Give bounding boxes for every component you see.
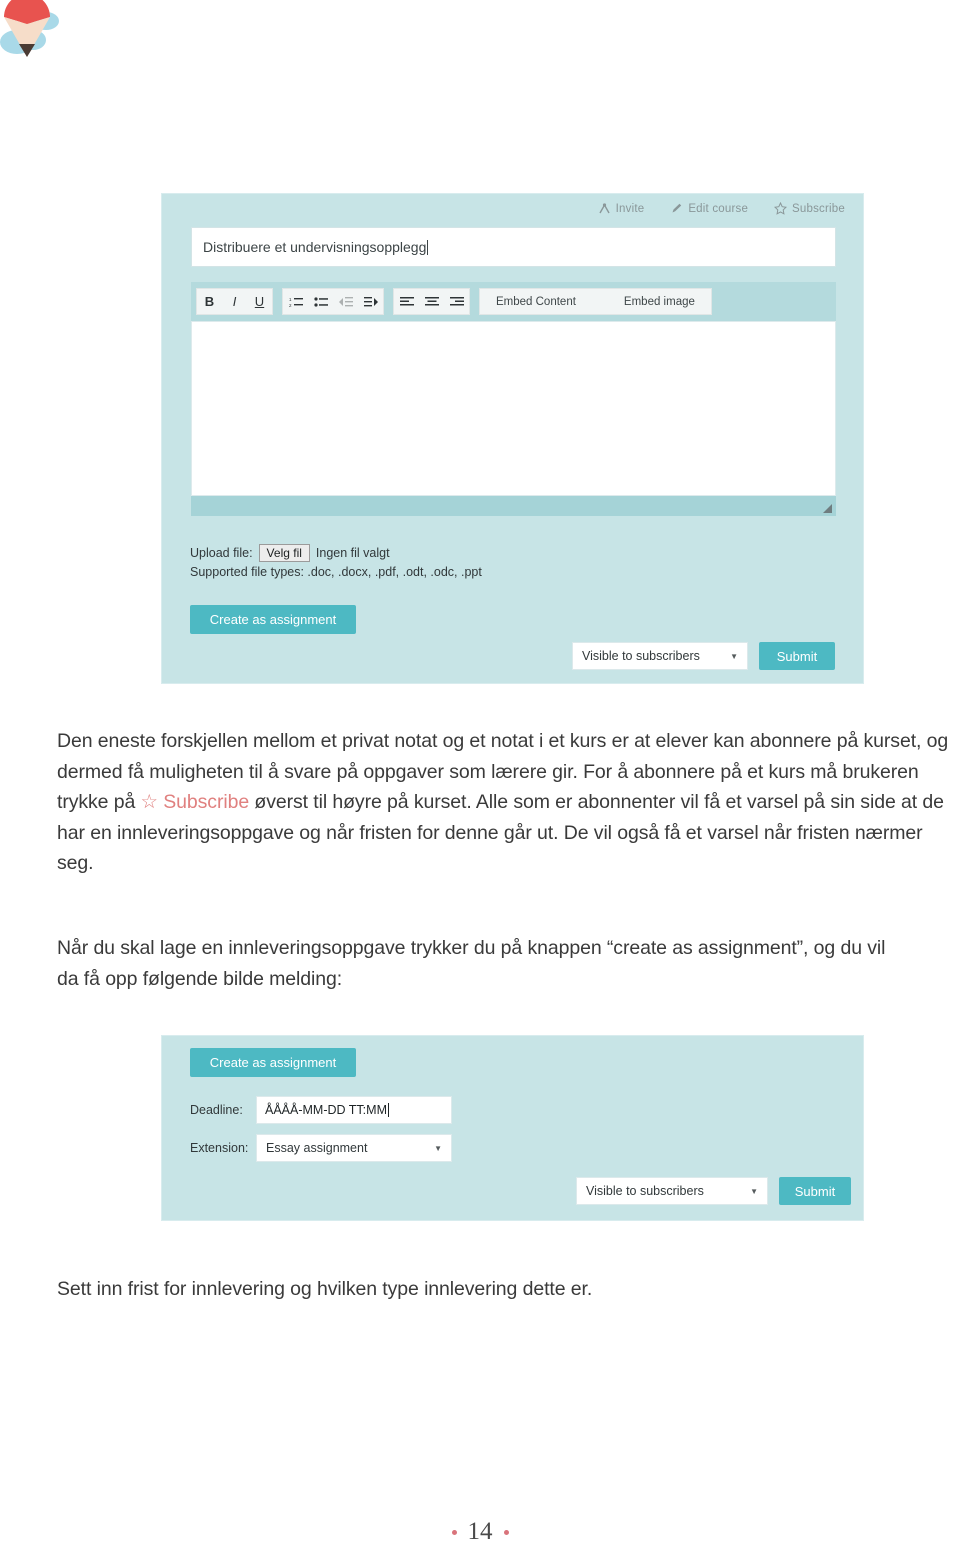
svg-text:2: 2 [289, 303, 292, 308]
create-as-assignment-button[interactable]: Create as assignment [190, 605, 356, 634]
deadline-value: ÅÅÅÅ-MM-DD TT:MM [265, 1103, 387, 1117]
embed-group: Embed Content Embed image [479, 288, 712, 315]
edit-course-action[interactable]: Edit course [670, 202, 748, 215]
create-as-assignment-button[interactable]: Create as assignment [190, 1048, 356, 1077]
unordered-list-icon[interactable] [308, 289, 333, 314]
align-left-icon[interactable] [394, 289, 419, 314]
visibility-select[interactable]: Visible to subscribers ▼ [572, 642, 748, 670]
chevron-down-icon: ▼ [750, 1186, 758, 1196]
bold-icon[interactable]: B [197, 289, 222, 314]
page-footer: 14 [0, 1518, 960, 1546]
resize-handle-icon[interactable] [823, 504, 832, 513]
paragraph-one: Den eneste forskjellen mellom et privat … [57, 726, 960, 879]
text-format-group: B I U [196, 288, 273, 315]
footer-dot-right [503, 1529, 509, 1535]
deadline-label: Deadline: [190, 1103, 243, 1117]
footer-dot-left [451, 1529, 457, 1535]
subscribe-action[interactable]: Subscribe [774, 202, 845, 215]
extension-value: Essay assignment [266, 1141, 368, 1155]
page-number: 14 [467, 1518, 493, 1545]
person-invite-icon [598, 202, 611, 215]
note-title-input[interactable]: Distribuere et undervisningsopplegg [191, 227, 836, 267]
extension-row: Extension: Essay assignment ▼ [190, 1134, 452, 1162]
paragraph-two: Når du skal lage en innleveringsoppgave … [57, 937, 886, 990]
visibility-select[interactable]: Visible to subscribers ▼ [576, 1177, 768, 1205]
note-body-editor[interactable] [191, 321, 836, 496]
figure-caption: Sett inn frist for innlevering og hvilke… [57, 1278, 593, 1300]
edit-course-label: Edit course [688, 202, 749, 215]
editor-resize-strip [191, 496, 836, 516]
deadline-row: Deadline: ÅÅÅÅ-MM-DD TT:MM [190, 1096, 452, 1124]
submit-button[interactable]: Submit [779, 1177, 851, 1205]
chevron-down-icon: ▼ [730, 651, 738, 661]
extension-label: Extension: [190, 1141, 249, 1155]
align-right-icon[interactable] [444, 289, 469, 314]
embed-image-button[interactable]: Embed image [614, 296, 705, 308]
choose-file-button[interactable]: Velg fil [258, 544, 310, 562]
extension-select[interactable]: Essay assignment ▼ [256, 1134, 452, 1162]
course-actions-toolbar: Invite Edit course Subscribe [598, 202, 845, 215]
invite-label: Invite [615, 202, 645, 215]
subscribe-inline-reference: ☆ Subscribe [140, 791, 250, 813]
embed-content-button[interactable]: Embed Content [486, 296, 586, 308]
text-caret [427, 239, 429, 255]
create-assignment-screenshot: Create as assignment Deadline: ÅÅÅÅ-MM-D… [161, 1035, 864, 1221]
outdent-icon[interactable] [333, 289, 358, 314]
list-group: 1 2 [282, 288, 384, 315]
invite-action[interactable]: Invite [598, 202, 645, 215]
subscribe-label: Subscribe [792, 202, 845, 215]
visibility-submit-row: Visible to subscribers ▼ Submit [572, 642, 835, 670]
submit-button[interactable]: Submit [759, 642, 835, 670]
underline-icon[interactable]: U [247, 289, 272, 314]
pencil-balloon-logo [0, 0, 110, 70]
indent-icon[interactable] [358, 289, 383, 314]
upload-file-row: Upload file: Velg fil Ingen fil valgt [190, 544, 390, 562]
note-title-value: Distribuere et undervisningsopplegg [203, 239, 427, 255]
deadline-input[interactable]: ÅÅÅÅ-MM-DD TT:MM [256, 1096, 452, 1124]
note-editor-screenshot: Invite Edit course Subscribe Distribuere… [161, 193, 864, 684]
visibility-value: Visible to subscribers [582, 649, 700, 663]
align-group [393, 288, 470, 315]
visibility-submit-row: Visible to subscribers ▼ Submit [576, 1177, 851, 1205]
italic-icon[interactable]: I [222, 289, 247, 314]
align-center-icon[interactable] [419, 289, 444, 314]
star-subscribe-icon [774, 202, 788, 215]
pencil-edit-icon [670, 202, 683, 215]
text-caret [388, 1103, 389, 1117]
no-file-selected-label: Ingen fil valgt [315, 546, 390, 560]
visibility-value: Visible to subscribers [586, 1184, 704, 1198]
svg-text:1: 1 [289, 297, 292, 302]
editor-toolbar: B I U 1 2 Embed Content Embed image [191, 282, 836, 321]
supported-file-types-label: Supported file types: .doc, .docx, .pdf,… [190, 565, 482, 579]
upload-file-label: Upload file: [190, 546, 253, 560]
ordered-list-icon[interactable]: 1 2 [283, 289, 308, 314]
chevron-down-icon: ▼ [434, 1143, 442, 1153]
